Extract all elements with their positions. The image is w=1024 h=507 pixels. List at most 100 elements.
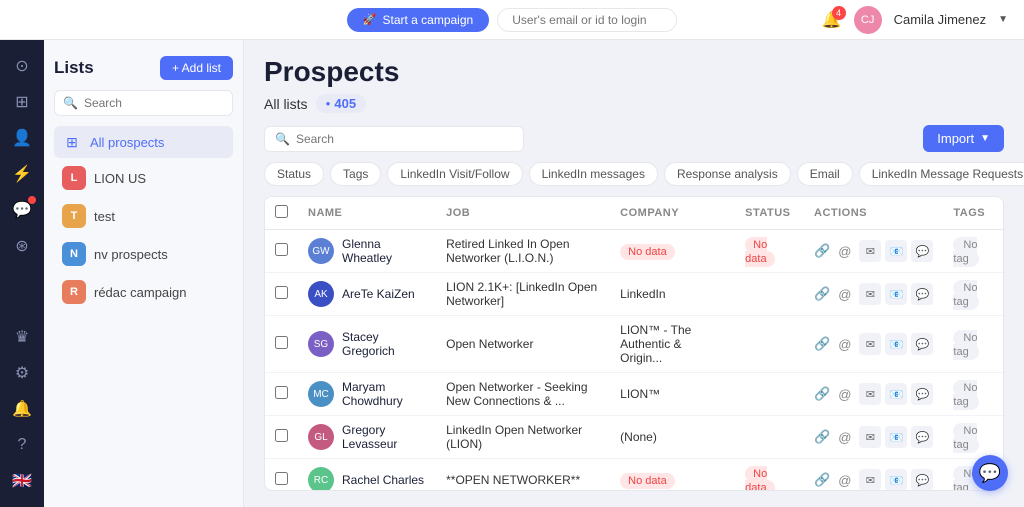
chat-action-icon[interactable]: 💬	[911, 333, 933, 355]
prospect-avatar: GL	[308, 424, 334, 450]
filter-message-requests[interactable]: LinkedIn Message Requests	[859, 162, 1024, 186]
prospect-avatar: AK	[308, 281, 334, 307]
at-icon[interactable]: @	[838, 387, 851, 402]
message-action-icon[interactable]: ✉	[859, 333, 881, 355]
status-cell: No data	[735, 459, 804, 492]
chevron-down-icon: ▼	[998, 14, 1008, 25]
sidebar-item-all-prospects[interactable]: ⊞ All prospects	[54, 126, 233, 158]
at-icon[interactable]: @	[838, 430, 851, 445]
nav-campaigns-icon[interactable]: ⚡	[6, 158, 38, 190]
filter-response[interactable]: Response analysis	[664, 162, 791, 186]
link-icon[interactable]: 🔗	[814, 336, 830, 352]
nav-crown-icon[interactable]: ♛	[6, 321, 38, 353]
nav-home-icon[interactable]: ⊙	[6, 50, 38, 82]
select-all-checkbox[interactable]	[275, 205, 288, 218]
name-cell: GW Glenna Wheatley	[298, 230, 436, 273]
mail-action-icon[interactable]: 📧	[885, 469, 907, 491]
chat-action-icon[interactable]: 💬	[911, 240, 933, 262]
company-value: LION™	[620, 387, 660, 401]
nav-messages-icon[interactable]: 💬	[6, 194, 38, 226]
job-cell: Open Networker	[436, 316, 610, 373]
row-checkbox[interactable]	[275, 386, 288, 399]
col-job: JOB	[436, 197, 610, 230]
sidebar-search-input[interactable]	[84, 96, 224, 110]
import-button[interactable]: Import ▼	[923, 125, 1004, 152]
mail-action-icon[interactable]: 📧	[885, 383, 907, 405]
row-checkbox[interactable]	[275, 286, 288, 299]
action-icons: 🔗 @ ✉ 📧 💬	[814, 283, 933, 305]
job-value: Open Networker - Seeking New Connections…	[446, 380, 587, 408]
message-action-icon[interactable]: ✉	[859, 426, 881, 448]
filter-tags[interactable]: Tags	[330, 162, 381, 186]
sidebar-item-label: LION US	[94, 171, 146, 186]
mail-action-icon[interactable]: 📧	[885, 426, 907, 448]
prospect-name: MC Maryam Chowdhury	[308, 380, 426, 408]
message-action-icon[interactable]: ✉	[859, 469, 881, 491]
link-icon[interactable]: 🔗	[814, 472, 830, 488]
message-action-icon[interactable]: ✉	[859, 383, 881, 405]
tag-badge: No tag	[953, 330, 978, 360]
mail-action-icon[interactable]: 📧	[885, 333, 907, 355]
job-value: LION 2.1K+: [LinkedIn Open Networker]	[446, 280, 597, 308]
search-icon: 🔍	[275, 132, 290, 146]
user-name[interactable]: Camila Jimenez	[894, 12, 986, 27]
start-campaign-button[interactable]: Start a campaign	[347, 8, 489, 32]
filter-linkedin-visit[interactable]: LinkedIn Visit/Follow	[387, 162, 522, 186]
row-checkbox[interactable]	[275, 472, 288, 485]
row-checkbox[interactable]	[275, 243, 288, 256]
table-search-input[interactable]	[296, 132, 513, 146]
mail-action-icon[interactable]: 📧	[885, 283, 907, 305]
row-checkbox[interactable]	[275, 429, 288, 442]
mail-action-icon[interactable]: 📧	[885, 240, 907, 262]
chat-action-icon[interactable]: 💬	[911, 383, 933, 405]
add-list-button[interactable]: + Add list	[160, 56, 233, 80]
job-cell: LinkedIn Open Networker (LION)	[436, 416, 610, 459]
message-action-icon[interactable]: ✉	[859, 283, 881, 305]
prospect-avatar: MC	[308, 381, 334, 407]
nav-groups-icon[interactable]: ⊛	[6, 230, 38, 262]
nav-flag-icon[interactable]: 🇬🇧	[6, 465, 38, 497]
message-action-icon[interactable]: ✉	[859, 240, 881, 262]
table-search-box[interactable]: 🔍	[264, 126, 524, 152]
list-dot-nv: N	[62, 242, 86, 266]
no-data-badge: No data	[620, 473, 675, 489]
job-cell: Retired Linked In Open Networker (L.I.O.…	[436, 230, 610, 273]
main-layout: ⊙ ⊞ 👤 ⚡ 💬 ⊛ ♛ ⚙ 🔔 ? 🇬🇧 Lists + Add list …	[0, 40, 1024, 507]
sidebar-item-nv-prospects[interactable]: N nv prospects	[54, 236, 233, 272]
filter-status[interactable]: Status	[264, 162, 324, 186]
at-icon[interactable]: @	[838, 287, 851, 302]
link-icon[interactable]: 🔗	[814, 286, 830, 302]
notification-bell[interactable]: 🔔 4	[822, 10, 842, 30]
chat-bubble[interactable]: 💬	[972, 455, 1008, 491]
nav-help-icon[interactable]: ?	[6, 429, 38, 461]
name-cell: AK AreTe KaiZen	[298, 273, 436, 316]
sidebar-item-redac[interactable]: R rédac campaign	[54, 274, 233, 310]
chat-action-icon[interactable]: 💬	[911, 426, 933, 448]
row-checkbox[interactable]	[275, 336, 288, 349]
col-tags: TAGS	[943, 197, 1003, 230]
row-checkbox-cell	[265, 273, 298, 316]
link-icon[interactable]: 🔗	[814, 386, 830, 402]
at-icon[interactable]: @	[838, 473, 851, 488]
nav-users-icon[interactable]: 👤	[6, 122, 38, 154]
at-icon[interactable]: @	[838, 337, 851, 352]
job-cell: Open Networker - Seeking New Connections…	[436, 373, 610, 416]
sidebar-item-lion-us[interactable]: L LION US	[54, 160, 233, 196]
tag-cell: No tag	[943, 316, 1003, 373]
nav-bell-icon[interactable]: 🔔	[6, 393, 38, 425]
sidebar-search-box[interactable]: 🔍	[54, 90, 233, 116]
chat-action-icon[interactable]: 💬	[911, 469, 933, 491]
link-icon[interactable]: 🔗	[814, 243, 830, 259]
login-input[interactable]	[497, 8, 677, 32]
filter-linkedin-messages[interactable]: LinkedIn messages	[529, 162, 658, 186]
filter-email[interactable]: Email	[797, 162, 853, 186]
chat-action-icon[interactable]: 💬	[911, 283, 933, 305]
import-label: Import	[937, 131, 974, 146]
at-icon[interactable]: @	[838, 244, 851, 259]
topbar-right: 🔔 4 CJ Camila Jimenez ▼	[822, 6, 1008, 34]
sidebar-item-test[interactable]: T test	[54, 198, 233, 234]
nav-settings-icon[interactable]: ⚙	[6, 357, 38, 389]
col-name: NAME	[298, 197, 436, 230]
nav-dashboard-icon[interactable]: ⊞	[6, 86, 38, 118]
link-icon[interactable]: 🔗	[814, 429, 830, 445]
